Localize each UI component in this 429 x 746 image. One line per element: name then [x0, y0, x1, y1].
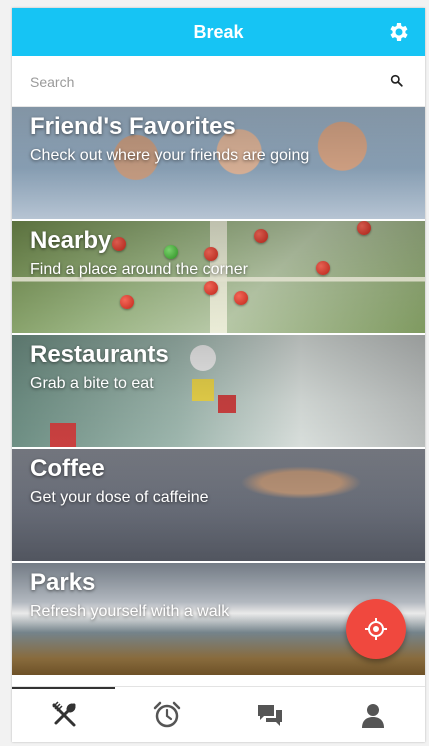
card-friends-favorites[interactable]: Friend's Favorites Check out where your … [12, 107, 425, 219]
card-coffee[interactable]: Coffee Get your dose of caffeine [12, 449, 425, 561]
locate-me-button[interactable] [346, 599, 406, 659]
card-subtitle: Grab a bite to eat [30, 375, 154, 392]
card-title: Friend's Favorites [30, 113, 236, 140]
gear-icon[interactable] [387, 20, 411, 44]
card-subtitle: Get your dose of caffeine [30, 489, 209, 506]
target-location-icon [365, 618, 387, 640]
card-title: Coffee [30, 455, 105, 482]
tab-alarm[interactable] [115, 687, 218, 742]
card-restaurants[interactable]: Restaurants Grab a bite to eat [12, 335, 425, 447]
card-title: Nearby [30, 227, 112, 254]
fork-spoon-icon [52, 701, 76, 727]
tab-food[interactable] [12, 687, 115, 742]
card-subtitle: Refresh yourself with a walk [30, 603, 230, 620]
card-title: Parks [30, 569, 96, 596]
card-nearby[interactable]: Nearby Find a place around the corner [12, 221, 425, 333]
alarm-clock-icon [153, 701, 181, 728]
bottom-tab-bar [12, 686, 425, 742]
app-frame: Break Friend's Favorites Check out where… [12, 8, 425, 742]
app-title: Break [193, 22, 244, 42]
chat-bubbles-icon [258, 705, 282, 726]
search-input[interactable] [28, 68, 372, 96]
search-icon[interactable] [390, 74, 403, 87]
tab-profile[interactable] [321, 687, 424, 742]
card-subtitle: Find a place around the corner [30, 261, 248, 278]
card-title: Restaurants [30, 341, 169, 368]
person-icon [362, 704, 384, 728]
tab-chat[interactable] [218, 687, 321, 742]
search-bar [12, 56, 425, 107]
app-bar: Break [12, 8, 425, 56]
category-list: Friend's Favorites Check out where your … [12, 107, 425, 677]
card-subtitle: Check out where your friends are going [30, 147, 310, 164]
